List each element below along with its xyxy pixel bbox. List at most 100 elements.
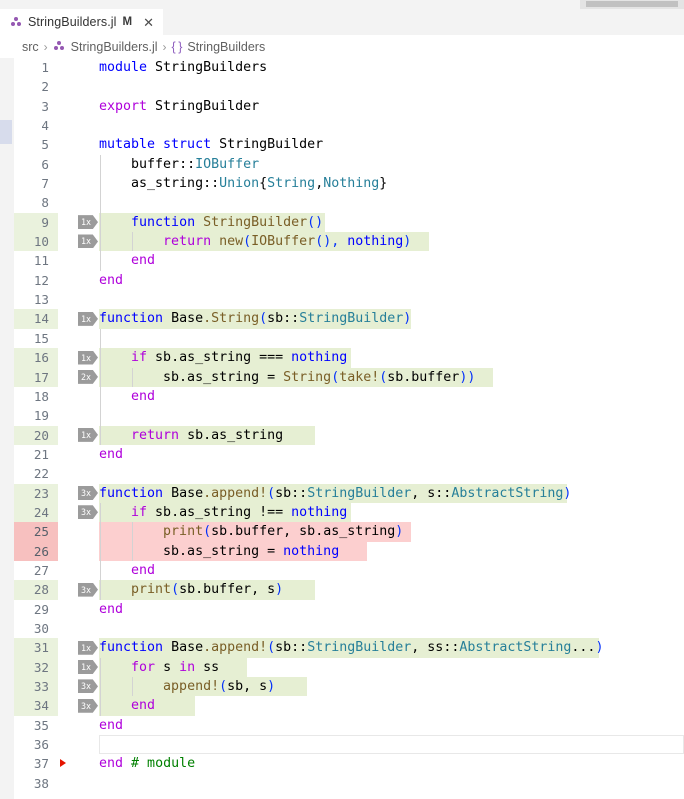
breadcrumb-item-symbol[interactable]: StringBuilders	[187, 40, 265, 54]
code-line-body[interactable]: sb.as_string = String(take!(sb.buffer))	[99, 368, 684, 387]
code-line[interactable]: 22	[14, 464, 684, 483]
code-line[interactable]: 5mutable struct StringBuilder	[14, 135, 684, 154]
glyph-margin[interactable]	[58, 754, 78, 773]
glyph-margin[interactable]	[58, 135, 78, 154]
glyph-margin[interactable]	[58, 213, 78, 232]
code-line-body[interactable]: end	[99, 251, 684, 270]
glyph-margin[interactable]	[58, 677, 78, 696]
code-line-body[interactable]	[99, 77, 684, 96]
glyph-margin[interactable]	[58, 155, 78, 174]
code-line[interactable]: 36	[14, 735, 684, 754]
code-line-body[interactable]: return sb.as_string	[99, 426, 684, 445]
code-line-body[interactable]	[99, 116, 684, 135]
glyph-margin[interactable]	[58, 406, 78, 425]
code-line-body[interactable]: end # module	[99, 754, 684, 773]
code-line-body[interactable]: function StringBuilder()	[99, 213, 684, 232]
code-line-body[interactable]: mutable struct StringBuilder	[99, 135, 684, 154]
code-line-body[interactable]	[99, 290, 684, 309]
glyph-margin[interactable]	[58, 116, 78, 135]
glyph-margin[interactable]	[58, 484, 78, 503]
code-line-body[interactable]: end	[99, 696, 684, 715]
code-line-body[interactable]: end	[99, 561, 684, 580]
code-line-body[interactable]	[99, 406, 684, 425]
glyph-margin[interactable]	[58, 348, 78, 367]
code-line[interactable]: 243x if sb.as_string !== nothing	[14, 503, 684, 522]
code-line[interactable]: 15	[14, 329, 684, 348]
tab-stringbuilders-jl[interactable]: StringBuilders.jl M ✕	[0, 9, 164, 35]
glyph-margin[interactable]	[58, 638, 78, 657]
code-line[interactable]: 172x sb.as_string = String(take!(sb.buff…	[14, 368, 684, 387]
code-line-body[interactable]: module StringBuilders	[99, 58, 684, 77]
code-line[interactable]: 12end	[14, 271, 684, 290]
code-line-body[interactable]: print(sb.buffer, sb.as_string)	[99, 522, 684, 541]
code-line[interactable]: 141xfunction Base.String(sb::StringBuild…	[14, 309, 684, 328]
glyph-margin[interactable]	[58, 774, 78, 793]
code-line[interactable]: 37end # module	[14, 754, 684, 773]
glyph-margin[interactable]	[58, 368, 78, 387]
code-line[interactable]: 321x for s in ss	[14, 658, 684, 677]
breakpoint-arrow-icon[interactable]	[60, 759, 66, 767]
glyph-margin[interactable]	[58, 97, 78, 116]
close-icon[interactable]: ✕	[141, 15, 156, 30]
code-line[interactable]: 27 end	[14, 561, 684, 580]
glyph-margin[interactable]	[58, 251, 78, 270]
code-line-body[interactable]: end	[99, 271, 684, 290]
code-line[interactable]: 343x end	[14, 696, 684, 715]
code-line[interactable]: 19	[14, 406, 684, 425]
glyph-margin[interactable]	[58, 445, 78, 464]
glyph-margin[interactable]	[58, 503, 78, 522]
code-line-body[interactable]: end	[99, 600, 684, 619]
code-line-body[interactable]: print(sb.buffer, s)	[99, 580, 684, 599]
glyph-margin[interactable]	[58, 309, 78, 328]
code-line-body[interactable]: export StringBuilder	[99, 97, 684, 116]
glyph-margin[interactable]	[58, 387, 78, 406]
code-line[interactable]: 30	[14, 619, 684, 638]
glyph-margin[interactable]	[58, 329, 78, 348]
code-line-body[interactable]: end	[99, 445, 684, 464]
horizontal-scrollbar-thumb[interactable]	[586, 1, 678, 7]
code-line-body[interactable]: function Base.String(sb::StringBuilder)	[99, 309, 684, 328]
code-line-body[interactable]: function Base.append!(sb::StringBuilder,…	[99, 484, 684, 503]
code-line-body[interactable]: end	[99, 387, 684, 406]
code-line-body[interactable]: buffer::IOBuffer	[99, 155, 684, 174]
code-editor[interactable]: 1module StringBuilders23export StringBui…	[0, 58, 684, 799]
code-line[interactable]: 91x function StringBuilder()	[14, 213, 684, 232]
code-line[interactable]: 6 buffer::IOBuffer	[14, 155, 684, 174]
code-line-body[interactable]: for s in ss	[99, 658, 684, 677]
glyph-margin[interactable]	[58, 271, 78, 290]
glyph-margin[interactable]	[58, 193, 78, 212]
glyph-margin[interactable]	[58, 735, 78, 754]
glyph-margin[interactable]	[58, 174, 78, 193]
glyph-margin[interactable]	[58, 290, 78, 309]
horizontal-scrollbar-track[interactable]	[580, 0, 684, 9]
code-line-body[interactable]: if sb.as_string === nothing	[99, 348, 684, 367]
glyph-margin[interactable]	[58, 600, 78, 619]
code-line-body[interactable]: function Base.append!(sb::StringBuilder,…	[99, 638, 684, 657]
code-line[interactable]: 26 sb.as_string = nothing	[14, 542, 684, 561]
breadcrumb-item-src[interactable]: src	[22, 40, 39, 54]
code-line[interactable]: 283x print(sb.buffer, s)	[14, 580, 684, 599]
glyph-margin[interactable]	[58, 542, 78, 561]
code-line-body[interactable]: if sb.as_string !== nothing	[99, 503, 684, 522]
code-line-body[interactable]: as_string::Union{String,Nothing}	[99, 174, 684, 193]
code-line-body[interactable]	[99, 193, 684, 212]
code-line-body[interactable]	[99, 464, 684, 483]
code-line[interactable]: 25 print(sb.buffer, sb.as_string)	[14, 522, 684, 541]
code-line-body[interactable]: append!(sb, s)	[99, 677, 684, 696]
code-line[interactable]: 1module StringBuilders	[14, 58, 684, 77]
code-line[interactable]: 311xfunction Base.append!(sb::StringBuil…	[14, 638, 684, 657]
glyph-margin[interactable]	[58, 561, 78, 580]
code-line-body[interactable]	[99, 619, 684, 638]
glyph-margin[interactable]	[58, 77, 78, 96]
glyph-margin[interactable]	[58, 522, 78, 541]
code-line[interactable]: 3export StringBuilder	[14, 97, 684, 116]
breadcrumb-item-file[interactable]: StringBuilders.jl	[71, 40, 158, 54]
glyph-margin[interactable]	[58, 232, 78, 251]
code-line-body[interactable]	[99, 774, 684, 793]
glyph-margin[interactable]	[58, 716, 78, 735]
code-line[interactable]: 233xfunction Base.append!(sb::StringBuil…	[14, 484, 684, 503]
code-line[interactable]: 101x return new(IOBuffer(), nothing)	[14, 232, 684, 251]
glyph-margin[interactable]	[58, 658, 78, 677]
code-line-body[interactable]	[99, 735, 684, 754]
glyph-margin[interactable]	[58, 464, 78, 483]
